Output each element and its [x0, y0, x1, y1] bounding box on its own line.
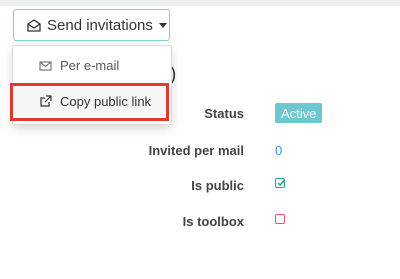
menu-item-copy-public-link-label: Copy public link — [60, 93, 152, 109]
is-toolbox-label: Is toolbox — [182, 214, 244, 229]
menu-item-copy-public-link[interactable]: Copy public link — [13, 87, 171, 115]
send-invitations-label: Send invitations — [47, 16, 153, 34]
is-public-label: Is public — [191, 178, 244, 193]
send-invitations-button[interactable]: Send invitations — [13, 9, 170, 41]
status-badge: Active — [275, 103, 323, 123]
menu-item-per-email[interactable]: Per e-mail — [13, 51, 171, 79]
check-icon — [277, 179, 286, 187]
invited-per-mail-label: Invited per mail — [148, 143, 244, 158]
is-public-checkbox[interactable] — [275, 178, 286, 188]
menu-item-per-email-label: Per e-mail — [60, 57, 120, 73]
status-label: Status — [204, 106, 244, 121]
caret-down-icon — [158, 22, 167, 28]
top-strip — [0, 0, 400, 6]
invited-per-mail-count[interactable]: 0 — [275, 143, 282, 158]
send-invitations-menu: Per e-mail Copy public link — [12, 45, 172, 125]
is-toolbox-checkbox[interactable] — [275, 214, 285, 224]
envelope-open-icon — [26, 17, 42, 33]
envelope-icon — [39, 59, 52, 72]
external-link-icon — [39, 94, 52, 108]
